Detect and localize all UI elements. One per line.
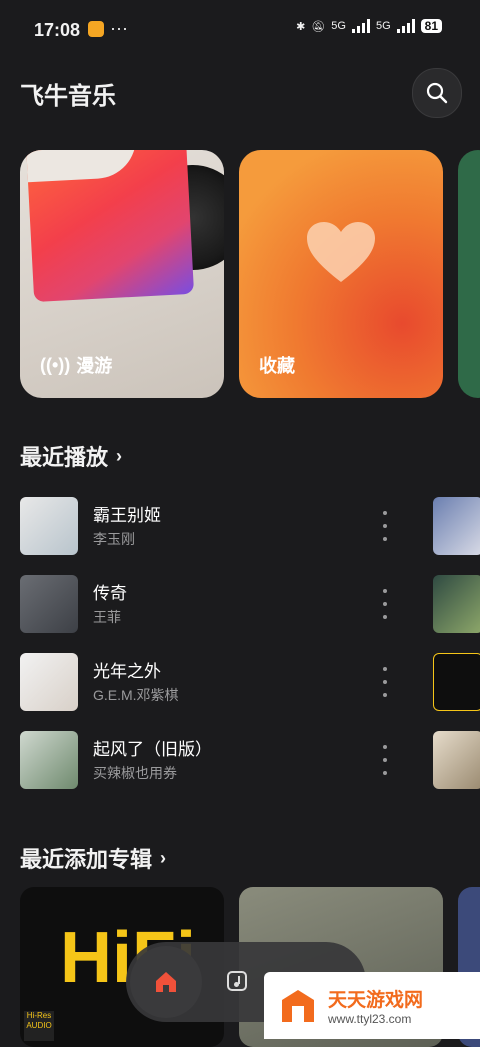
recent-section-title: 最近播放 [20, 445, 109, 470]
song-artist: 李玉刚 [93, 531, 135, 547]
roam-card[interactable]: ((•)) 漫游 [20, 150, 224, 398]
roam-album-art [25, 150, 195, 303]
watermark: 天天游戏网 www.ttyl23.com [264, 972, 480, 1039]
song-cover [20, 731, 78, 789]
song-title: 光年之外 [93, 662, 161, 681]
more-notifications-icon: ··· [110, 18, 128, 38]
watermark-title: 天天游戏网 [328, 990, 424, 1011]
song-row[interactable]: 传奇 王菲 [20, 575, 420, 633]
favorites-card-label: 收藏 [259, 356, 295, 376]
chevron-right-icon: › [116, 445, 123, 466]
roam-card-label-wrap: ((•)) 漫游 [40, 352, 112, 378]
song-cover [20, 497, 78, 555]
signal-icon-1 [351, 19, 370, 33]
albums-section-title: 最近添加专辑 [20, 847, 153, 872]
battery-indicator: 81 [420, 19, 442, 33]
song-title: 霸王别姬 [93, 506, 161, 525]
song-artist: G.E.M.邓紫棋 [93, 687, 179, 703]
watermark-url: www.ttyl23.com [328, 1012, 412, 1026]
song-title: 起风了（旧版） [93, 740, 212, 759]
next-column-cover[interactable] [433, 731, 480, 789]
broadcast-icon: ((•)) [40, 354, 71, 375]
status-time: 17:08 [34, 20, 81, 40]
status-indicators: ✱ 🔕︎ 5G 5G 81 [296, 19, 442, 33]
search-icon [426, 82, 448, 104]
bluetooth-icon: ✱ [296, 20, 306, 33]
song-row[interactable]: 光年之外 G.E.M.邓紫棋 [20, 653, 420, 711]
music-note-icon [227, 971, 247, 991]
next-column-cover[interactable] [433, 653, 480, 711]
song-artist: 买辣椒也用券 [93, 765, 177, 781]
heart-icon [307, 222, 375, 282]
more-options-icon[interactable] [380, 667, 390, 697]
song-row[interactable]: 霸王别姬 李玉刚 [20, 497, 420, 555]
more-options-icon[interactable] [380, 745, 390, 775]
roam-card-label: 漫游 [76, 356, 113, 376]
song-row[interactable]: 起风了（旧版） 买辣椒也用券 [20, 731, 420, 789]
home-icon [156, 972, 176, 992]
song-artist: 王菲 [93, 609, 121, 625]
next-column-cover[interactable] [433, 497, 480, 555]
third-card-peek[interactable] [458, 150, 480, 398]
chevron-right-icon: › [160, 847, 167, 868]
nav-home-button[interactable] [130, 946, 202, 1018]
network-label-1: 5G [331, 20, 346, 32]
network-label-2: 5G [375, 20, 391, 32]
next-column-cover[interactable] [433, 575, 480, 633]
mute-icon: 🔕︎ [311, 20, 326, 33]
search-button[interactable] [412, 68, 462, 118]
watermark-logo-icon [282, 989, 314, 1022]
app-notification-icon [88, 21, 104, 37]
song-title: 传奇 [93, 584, 127, 603]
song-cover [20, 575, 78, 633]
albums-section-header[interactable]: 最近添加专辑 › [20, 842, 166, 874]
more-options-icon[interactable] [380, 589, 390, 619]
nav-music-button[interactable] [222, 966, 252, 996]
recent-section-header[interactable]: 最近播放 › [20, 440, 122, 472]
song-cover [20, 653, 78, 711]
signal-icon-2 [396, 19, 415, 33]
hires-badge: Hi-Res AUDIO [24, 1011, 54, 1041]
favorites-card[interactable]: 收藏 [239, 150, 443, 398]
app-title: 飞牛音乐 [20, 83, 116, 110]
status-bar: 17:08 ··· ✱ 🔕︎ 5G 5G 81 [0, 0, 480, 60]
more-options-icon[interactable] [380, 511, 390, 541]
